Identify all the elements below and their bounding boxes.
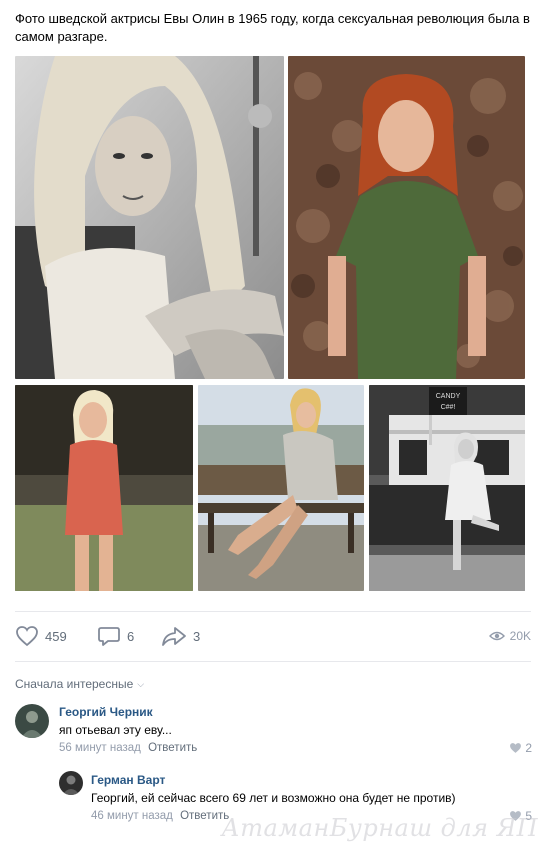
svg-text:C##!: C##! bbox=[441, 404, 456, 411]
photo-3[interactable] bbox=[15, 385, 193, 591]
comment-icon bbox=[98, 627, 120, 646]
comment-sort-dropdown[interactable]: Сначала интересные ⌵ bbox=[15, 677, 144, 691]
comment-meta: 46 минут назад Ответить bbox=[91, 810, 229, 822]
reply-button[interactable]: Ответить bbox=[180, 810, 229, 822]
comment-like-count: 2 bbox=[525, 741, 532, 755]
heart-icon bbox=[16, 626, 38, 647]
photo-1[interactable] bbox=[15, 56, 284, 379]
actions-divider-bottom bbox=[15, 661, 531, 662]
views-counter: 20K bbox=[488, 625, 531, 647]
comment-author[interactable]: Герман Варт bbox=[91, 773, 165, 787]
avatar[interactable] bbox=[59, 771, 83, 795]
comment-button[interactable]: 6 bbox=[97, 625, 134, 647]
sort-label: Сначала интересные bbox=[15, 677, 134, 691]
heart-icon bbox=[510, 811, 522, 821]
comment-text: Георгий, ей сейчас всего 69 лет и возмож… bbox=[91, 791, 456, 805]
comment-count: 6 bbox=[127, 628, 135, 644]
eye-icon bbox=[488, 631, 505, 641]
avatar[interactable] bbox=[15, 704, 49, 738]
comment-meta: 56 минут назад Ответить bbox=[59, 742, 197, 754]
share-count: 3 bbox=[193, 628, 201, 644]
svg-text:CANDY: CANDY bbox=[436, 393, 461, 400]
share-button[interactable]: 3 bbox=[161, 625, 200, 647]
comment-text: яп отьевал эту еву... bbox=[59, 723, 172, 737]
photo-5[interactable]: CANDY C##! bbox=[369, 385, 525, 591]
photo-2[interactable] bbox=[288, 56, 525, 379]
comment-like-button[interactable]: 5 bbox=[509, 809, 532, 823]
like-button[interactable]: 459 bbox=[15, 625, 67, 647]
reply-button[interactable]: Ответить bbox=[148, 742, 197, 754]
share-icon bbox=[162, 627, 186, 646]
actions-divider-top bbox=[15, 611, 531, 612]
views-count: 20K bbox=[509, 629, 531, 643]
comment-author[interactable]: Георгий Черник bbox=[59, 705, 153, 719]
heart-icon bbox=[510, 743, 522, 753]
watermark: АтаманБурнаш для ЯП bbox=[221, 814, 538, 842]
post-text: Фото шведской актрисы Евы Олин в 1965 го… bbox=[15, 11, 530, 44]
comment-like-count: 5 bbox=[525, 809, 532, 823]
comment-time[interactable]: 56 минут назад bbox=[59, 742, 141, 754]
photo-4[interactable] bbox=[198, 385, 364, 591]
comment-like-button[interactable]: 2 bbox=[509, 741, 532, 755]
chevron-down-icon: ⌵ bbox=[137, 678, 145, 689]
comment-time[interactable]: 46 минут назад bbox=[91, 810, 173, 822]
like-count: 459 bbox=[45, 628, 67, 644]
